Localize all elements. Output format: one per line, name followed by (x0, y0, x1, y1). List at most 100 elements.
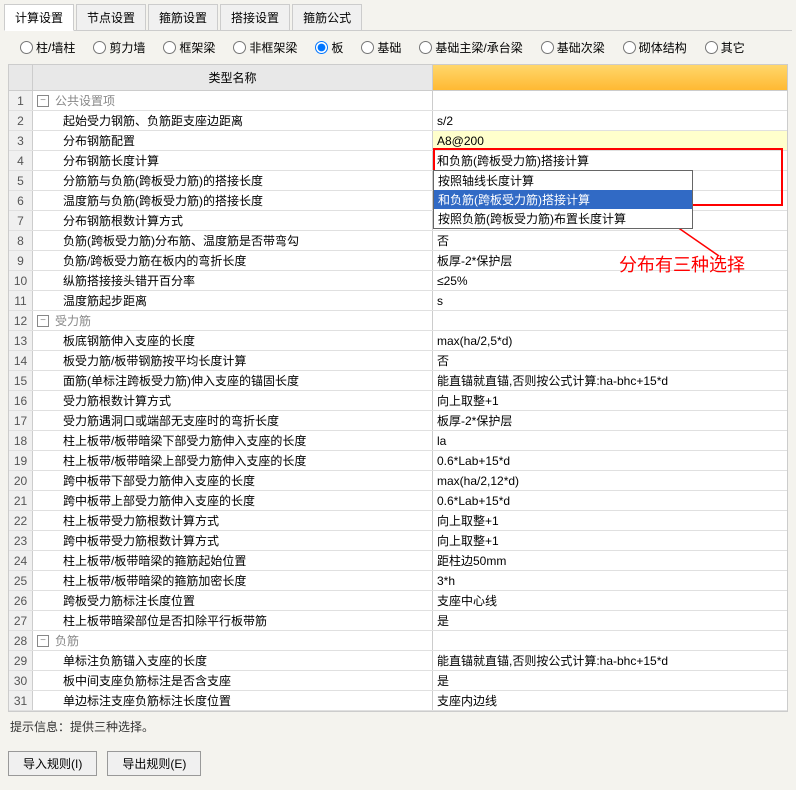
table-row[interactable]: 21跨中板带上部受力筋伸入支座的长度0.6*Lab+15*d (9, 491, 787, 511)
row-value[interactable]: 支座内边线 (433, 691, 787, 710)
dropdown-item[interactable]: 按照负筋(跨板受力筋)布置长度计算 (434, 209, 692, 228)
tab-1[interactable]: 节点设置 (76, 4, 146, 30)
collapse-toggle-icon[interactable]: − (37, 635, 49, 647)
table-row[interactable]: 3分布钢筋配置A8@200 (9, 131, 787, 151)
table-row[interactable]: 2起始受力钢筋、负筋距支座边距离s/2 (9, 111, 787, 131)
row-value[interactable]: s (433, 291, 787, 310)
row-value[interactable]: 是 (433, 611, 787, 630)
row-value[interactable]: 0.6*Lab+15*d (433, 491, 787, 510)
row-name: 分布钢筋配置 (33, 131, 433, 150)
row-name: 板受力筋/板带钢筋按平均长度计算 (33, 351, 433, 370)
table-row[interactable]: 17受力筋遇洞口或端部无支座时的弯折长度板厚-2*保护层 (9, 411, 787, 431)
row-value[interactable]: 3*h (433, 571, 787, 590)
radio-7[interactable]: 基础次梁 (541, 39, 605, 56)
row-number: 6 (9, 191, 33, 210)
row-name: 受力筋根数计算方式 (33, 391, 433, 410)
table-row[interactable]: 13板底钢筋伸入支座的长度max(ha/2,5*d) (9, 331, 787, 351)
table-row[interactable]: 18柱上板带/板带暗梁下部受力筋伸入支座的长度la (9, 431, 787, 451)
table-row[interactable]: 28−负筋 (9, 631, 787, 651)
row-value[interactable]: 能直锚就直锚,否则按公式计算:ha-bhc+15*d (433, 371, 787, 390)
tab-0[interactable]: 计算设置 (4, 4, 74, 31)
table-row[interactable]: 22柱上板带受力筋根数计算方式向上取整+1 (9, 511, 787, 531)
table-row[interactable]: 1−公共设置项 (9, 91, 787, 111)
radio-9[interactable]: 其它 (705, 39, 745, 56)
row-value[interactable]: 向上取整+1 (433, 531, 787, 550)
table-row[interactable]: 19柱上板带/板带暗梁上部受力筋伸入支座的长度0.6*Lab+15*d (9, 451, 787, 471)
row-value[interactable]: 向上取整+1 (433, 391, 787, 410)
row-value[interactable]: 支座中心线 (433, 591, 787, 610)
row-value[interactable]: 板厚-2*保护层 (433, 411, 787, 430)
table-row[interactable]: 23跨中板带受力筋根数计算方式向上取整+1 (9, 531, 787, 551)
row-value[interactable]: 距柱边50mm (433, 551, 787, 570)
table-row[interactable]: 20跨中板带下部受力筋伸入支座的长度max(ha/2,12*d) (9, 471, 787, 491)
table-row[interactable]: 29单标注负筋锚入支座的长度能直锚就直锚,否则按公式计算:ha-bhc+15*d (9, 651, 787, 671)
row-value[interactable]: 是 (433, 671, 787, 690)
row-number: 23 (9, 531, 33, 550)
table-row[interactable]: 14板受力筋/板带钢筋按平均长度计算否 (9, 351, 787, 371)
table-row[interactable]: 11温度筋起步距离s (9, 291, 787, 311)
export-rules-button[interactable]: 导出规则(E) (107, 751, 201, 776)
table-row[interactable]: 8负筋(跨板受力筋)分布筋、温度筋是否带弯勾否 (9, 231, 787, 251)
row-value[interactable]: la (433, 431, 787, 450)
table-row[interactable]: 15面筋(单标注跨板受力筋)伸入支座的锚固长度能直锚就直锚,否则按公式计算:ha… (9, 371, 787, 391)
row-value[interactable]: 板厚-2*保护层 (433, 251, 787, 270)
row-number: 17 (9, 411, 33, 430)
row-name: 板中间支座负筋标注是否含支座 (33, 671, 433, 690)
radio-4[interactable]: 板 (315, 39, 343, 56)
table-row[interactable]: 27柱上板带暗梁部位是否扣除平行板带筋是 (9, 611, 787, 631)
row-number: 24 (9, 551, 33, 570)
tab-2[interactable]: 箍筋设置 (148, 4, 218, 30)
table-row[interactable]: 30板中间支座负筋标注是否含支座是 (9, 671, 787, 691)
col-header-name: 类型名称 (33, 65, 433, 90)
table-row[interactable]: 26跨板受力筋标注长度位置支座中心线 (9, 591, 787, 611)
radio-6[interactable]: 基础主梁/承台梁 (419, 39, 522, 56)
tab-4[interactable]: 箍筋公式 (292, 4, 362, 30)
row-value[interactable]: max(ha/2,5*d) (433, 331, 787, 350)
row-value[interactable] (433, 311, 787, 330)
row-value[interactable]: 否 (433, 351, 787, 370)
row-value[interactable]: s/2 (433, 111, 787, 130)
row-value[interactable]: 能直锚就直锚,否则按公式计算:ha-bhc+15*d (433, 651, 787, 670)
row-name: 温度筋起步距离 (33, 291, 433, 310)
table-row[interactable]: 16受力筋根数计算方式向上取整+1 (9, 391, 787, 411)
table-row[interactable]: 9负筋/跨板受力筋在板内的弯折长度板厚-2*保护层 (9, 251, 787, 271)
row-value[interactable] (433, 91, 787, 110)
table-row[interactable]: 25柱上板带/板带暗梁的箍筋加密长度3*h (9, 571, 787, 591)
dropdown-item[interactable]: 按照轴线长度计算 (434, 171, 692, 190)
row-value[interactable]: ≤25% (433, 271, 787, 290)
row-value[interactable]: 向上取整+1 (433, 511, 787, 530)
table-row[interactable]: 10纵筋搭接接头错开百分率≤25% (9, 271, 787, 291)
dropdown-list[interactable]: 按照轴线长度计算和负筋(跨板受力筋)搭接计算按照负筋(跨板受力筋)布置长度计算 (433, 170, 693, 229)
row-number: 10 (9, 271, 33, 290)
row-value[interactable]: A8@200 (433, 131, 787, 150)
tab-3[interactable]: 搭接设置 (220, 4, 290, 30)
row-name: 跨板受力筋标注长度位置 (33, 591, 433, 610)
row-value[interactable] (433, 631, 787, 650)
row-number: 14 (9, 351, 33, 370)
table-row[interactable]: 24柱上板带/板带暗梁的箍筋起始位置距柱边50mm (9, 551, 787, 571)
collapse-toggle-icon[interactable]: − (37, 315, 49, 327)
row-name: 柱上板带/板带暗梁上部受力筋伸入支座的长度 (33, 451, 433, 470)
table-row[interactable]: 4分布钢筋长度计算和负筋(跨板受力筋)搭接计算按照轴线长度计算和负筋(跨板受力筋… (9, 151, 787, 171)
dropdown-item[interactable]: 和负筋(跨板受力筋)搭接计算 (434, 190, 692, 209)
table-row[interactable]: 12−受力筋 (9, 311, 787, 331)
radio-8[interactable]: 砌体结构 (623, 39, 687, 56)
table-row[interactable]: 31单边标注支座负筋标注长度位置支座内边线 (9, 691, 787, 711)
row-number: 20 (9, 471, 33, 490)
radio-5[interactable]: 基础 (361, 39, 401, 56)
radio-3[interactable]: 非框架梁 (233, 39, 297, 56)
collapse-toggle-icon[interactable]: − (37, 95, 49, 107)
row-value[interactable]: 0.6*Lab+15*d (433, 451, 787, 470)
radio-1[interactable]: 剪力墙 (93, 39, 145, 56)
radio-0[interactable]: 柱/墙柱 (20, 39, 75, 56)
row-name: 柱上板带/板带暗梁的箍筋起始位置 (33, 551, 433, 570)
row-number: 11 (9, 291, 33, 310)
row-name: 纵筋搭接接头错开百分率 (33, 271, 433, 290)
row-value[interactable]: 和负筋(跨板受力筋)搭接计算按照轴线长度计算和负筋(跨板受力筋)搭接计算按照负筋… (433, 151, 787, 170)
row-number: 22 (9, 511, 33, 530)
row-value[interactable]: max(ha/2,12*d) (433, 471, 787, 490)
import-rules-button[interactable]: 导入规则(I) (8, 751, 97, 776)
radio-2[interactable]: 框架梁 (163, 39, 215, 56)
row-value[interactable]: 否 (433, 231, 787, 250)
row-name: 跨中板带上部受力筋伸入支座的长度 (33, 491, 433, 510)
